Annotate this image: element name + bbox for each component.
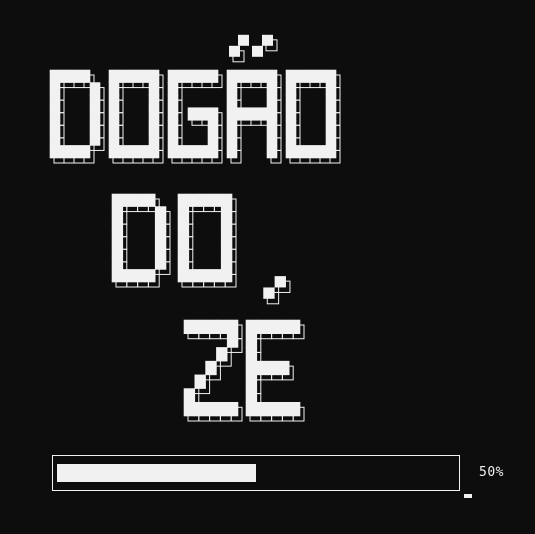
loading-percent-label: 50%: [479, 465, 504, 480]
title-line-3: [183, 276, 305, 422]
loading-progress-bar: [52, 455, 460, 491]
loading-progress-fill: [57, 464, 256, 482]
title-line-2: [111, 193, 237, 288]
blinking-cursor: [464, 494, 472, 498]
title-line-1: [49, 34, 341, 164]
pixel-title-logo: [49, 34, 341, 422]
